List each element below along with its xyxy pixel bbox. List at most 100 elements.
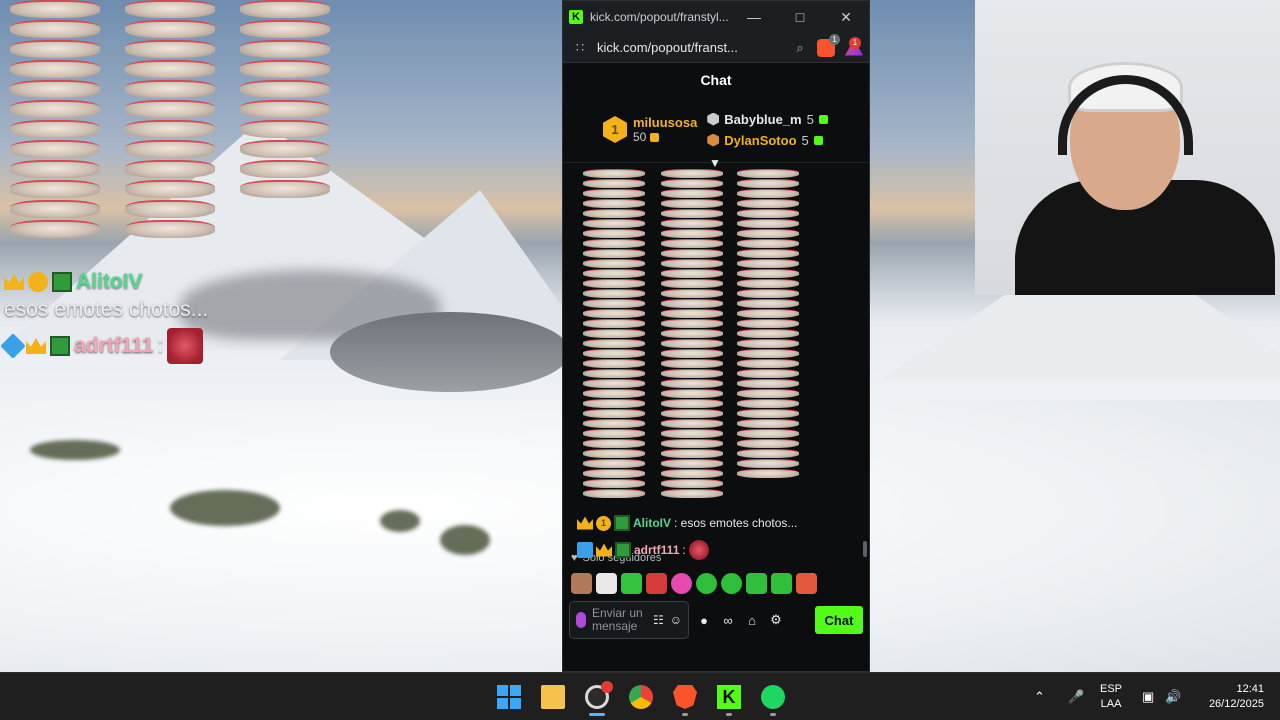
clock[interactable]: 12:41 26/12/2025 xyxy=(1198,673,1264,720)
emote xyxy=(583,179,645,188)
emote-column xyxy=(125,0,225,255)
input-language[interactable]: ESP LAA xyxy=(1100,673,1122,720)
close-icon[interactable]: ✕ xyxy=(823,9,869,26)
emote xyxy=(737,469,799,478)
creeper-icon xyxy=(615,542,631,558)
spotify-icon[interactable] xyxy=(761,685,785,709)
emote xyxy=(583,429,645,438)
emote xyxy=(583,469,645,478)
chat-input-placeholder[interactable]: Enviar un mensaje xyxy=(592,607,647,633)
send-chat-button[interactable]: Chat xyxy=(815,606,863,634)
coins-icon[interactable]: ● xyxy=(695,613,713,628)
hammer-icon xyxy=(577,542,593,558)
emote xyxy=(583,449,645,458)
emote-button[interactable] xyxy=(771,572,792,594)
chrome-icon[interactable] xyxy=(629,685,653,709)
network-icon[interactable]: ▣ xyxy=(1142,673,1154,720)
emote-button[interactable] xyxy=(746,572,767,594)
brave-browser-icon[interactable] xyxy=(673,685,697,709)
store-icon[interactable]: ⌂ xyxy=(743,613,761,628)
emote xyxy=(240,100,330,118)
emote xyxy=(737,459,799,468)
chat-username[interactable]: adrtf111 xyxy=(634,543,679,557)
rank-2-icon xyxy=(707,112,720,126)
settings-gear-icon[interactable]: ⚙ xyxy=(767,612,785,628)
overlay-message: adrtf111 : xyxy=(0,328,324,364)
emote xyxy=(125,120,215,138)
emote-button[interactable] xyxy=(796,572,817,594)
emote xyxy=(737,189,799,198)
overlay-emote-spam xyxy=(10,0,340,255)
emote-button[interactable] xyxy=(696,572,717,594)
emoji-icon[interactable]: ☺ xyxy=(670,613,682,627)
coin-icon xyxy=(28,272,48,292)
gift-leaderboard[interactable]: 1 miluusosa 50 Babyblue_m 5 DylanSotoo 5 xyxy=(563,97,869,170)
webcam-feed xyxy=(975,0,1280,295)
kick-app-icon[interactable]: K xyxy=(717,685,741,709)
emote xyxy=(737,339,799,348)
emote xyxy=(10,100,100,118)
volume-icon[interactable]: 🔊 xyxy=(1165,673,1181,720)
translate-icon[interactable]: ☷ xyxy=(653,613,664,627)
emote xyxy=(661,229,723,238)
rank-1-icon: 1 xyxy=(603,116,627,143)
minimize-icon[interactable]: — xyxy=(731,9,777,25)
creeper-icon xyxy=(52,272,72,292)
microphone-icon[interactable] xyxy=(576,612,586,628)
overlay-chat: AlitoIV esos emotes chotos... adrtf111 : xyxy=(0,270,324,370)
url-field[interactable]: kick.com/popout/franst... xyxy=(591,40,789,55)
emote xyxy=(240,60,330,78)
site-settings-icon[interactable]: ∷ xyxy=(569,40,591,56)
emote xyxy=(125,60,215,78)
windows-start-icon[interactable] xyxy=(497,685,521,709)
infinity-icon[interactable]: ∞ xyxy=(719,613,737,628)
taskbar: K ⌃ 🎤 ESP LAA ▣ 🔊 12:41 26/12/2025 xyxy=(0,672,1280,720)
emote xyxy=(167,328,204,364)
zoom-icon[interactable]: ⌕ xyxy=(789,40,811,56)
emote-column xyxy=(661,169,729,507)
emote xyxy=(737,289,799,298)
emote xyxy=(737,209,799,218)
chat-username[interactable]: AlitoIV xyxy=(633,516,671,530)
emote xyxy=(583,239,645,248)
emote xyxy=(661,329,723,338)
chat-input[interactable]: Enviar un mensaje ☷ ☺ xyxy=(569,601,689,639)
coin-icon: 1 xyxy=(596,515,611,531)
emote-button[interactable] xyxy=(571,572,592,594)
emote xyxy=(737,429,799,438)
chat-popout-window: K kick.com/popout/franstyl... — □ ✕ ∷ ki… xyxy=(562,0,870,672)
emote xyxy=(661,429,723,438)
leaderboard-score: 50 xyxy=(633,130,697,144)
emote xyxy=(583,229,645,238)
emote xyxy=(583,319,645,328)
emote xyxy=(737,249,799,258)
emote xyxy=(583,289,645,298)
emote-button[interactable] xyxy=(646,572,667,594)
emote-button[interactable] xyxy=(671,572,692,594)
emote xyxy=(661,269,723,278)
leaderboard-row: Babyblue_m 5 xyxy=(707,112,828,127)
file-explorer-icon[interactable] xyxy=(541,685,565,709)
emote xyxy=(661,489,723,498)
gift-icon xyxy=(813,135,823,145)
emote-column xyxy=(583,169,651,507)
brave-shields-icon[interactable]: 1 xyxy=(817,33,840,57)
leaderboard-name: miluusosa xyxy=(633,115,698,130)
emote-button[interactable] xyxy=(621,572,642,594)
emote xyxy=(661,309,723,318)
quick-emote-bar xyxy=(563,568,869,598)
emote xyxy=(661,319,723,328)
leaderboard-others: Babyblue_m 5 DylanSotoo 5 xyxy=(707,112,828,148)
microphone-tray-icon[interactable]: 🎤 xyxy=(1068,673,1084,720)
emote xyxy=(583,379,645,388)
scrollbar[interactable] xyxy=(863,541,867,557)
emote xyxy=(125,20,215,38)
emote xyxy=(661,389,723,398)
emote-button[interactable] xyxy=(596,572,617,594)
emote-button[interactable] xyxy=(721,572,742,594)
emote xyxy=(583,309,645,318)
emote xyxy=(583,209,645,218)
maximize-icon[interactable]: □ xyxy=(777,9,823,25)
emote xyxy=(737,229,799,238)
tray-overflow-icon[interactable]: ⌃ xyxy=(1034,673,1045,720)
